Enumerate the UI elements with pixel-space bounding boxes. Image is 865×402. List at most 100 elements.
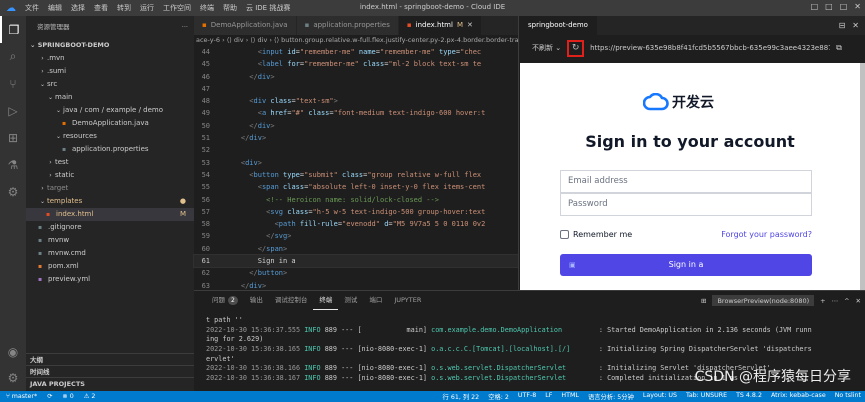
remember-checkbox[interactable] <box>560 230 569 239</box>
code-line[interactable]: 51 </div> <box>194 132 518 144</box>
file-item[interactable]: ▪ mvnw.cmd <box>26 247 194 260</box>
settings-sync-icon[interactable]: ⚙ <box>0 178 26 205</box>
account-icon[interactable]: ◉ <box>0 338 26 365</box>
code-line[interactable]: 54 <button type="submit" class="group re… <box>194 169 518 181</box>
project-root[interactable]: ⌄ SPRINGBOOT-DEMO <box>26 38 194 52</box>
refresh-icon[interactable]: ↻ <box>567 39 585 57</box>
editor-tab[interactable]: ▪ DemoApplication.java <box>194 16 297 35</box>
folder-item[interactable]: ⌄ src <box>26 78 194 91</box>
menu-item[interactable]: 帮助 <box>223 3 237 13</box>
file-item[interactable]: ▪ .gitignore <box>26 221 194 234</box>
code-line[interactable]: 57 <svg class="h-5 w-5 text-indigo-500 g… <box>194 206 518 218</box>
code-line[interactable]: 45 <label for="remember-me" class="ml-2 … <box>194 58 518 70</box>
search-icon[interactable]: ⌕ <box>0 43 26 70</box>
git-branch[interactable]: ⑂ master* <box>6 393 37 400</box>
keyboard-layout[interactable]: Layout: US <box>643 392 677 401</box>
code-line[interactable]: 56 <!-- Heroicon name: solid/lock-closed… <box>194 194 518 206</box>
code-line[interactable]: 61 Sign in a <box>193 254 519 269</box>
code-line[interactable]: 49 <a href="#" class="font-medium text-i… <box>194 107 518 119</box>
new-terminal-icon[interactable]: + <box>820 297 825 305</box>
folder-item[interactable]: › .sumi <box>26 65 194 78</box>
folder-item[interactable]: ⌄ java / com / example / demo <box>26 104 194 117</box>
preview-scrollbar[interactable] <box>860 63 865 290</box>
cursor-position[interactable]: 行 61, 列 22 <box>443 392 480 401</box>
password-field[interactable]: Password <box>560 193 812 216</box>
code-line[interactable]: 55 <span class="absolute left-0 inset-y-… <box>194 181 518 193</box>
java-projects-section[interactable]: JAVA PROJECTS <box>26 377 194 389</box>
forgot-password-link[interactable]: Forgot your password? <box>721 230 812 239</box>
code-line[interactable]: 62 </button> <box>194 267 518 279</box>
panel-tab[interactable]: 问题 2 <box>206 291 244 310</box>
line-ending[interactable]: LF <box>545 392 552 401</box>
sign-in-button[interactable]: ▣ Sign in a <box>560 254 812 276</box>
outline-section[interactable]: 大纲 <box>26 353 194 365</box>
manage-gear-icon[interactable]: ⚙ <box>0 364 26 391</box>
code-line[interactable]: 59 </svg> <box>194 230 518 242</box>
close-icon[interactable]: ✕ <box>852 21 859 30</box>
menu-item[interactable]: 选择 <box>71 3 85 13</box>
split-icon[interactable]: □ <box>825 2 833 11</box>
code-line[interactable]: 60 </span> <box>194 243 518 255</box>
more-actions-icon[interactable]: ··· <box>182 16 188 38</box>
case-style[interactable]: Atrix: kebab-case <box>771 392 826 401</box>
close-panel-icon[interactable]: ✕ <box>856 297 861 305</box>
file-item[interactable]: ▪ DemoApplication.java <box>26 117 194 130</box>
folder-item[interactable]: ⌄ resources <box>26 130 194 143</box>
file-item[interactable]: ▪ mvnw <box>26 234 194 247</box>
panel-tab[interactable]: 输出 <box>244 291 269 310</box>
folder-item[interactable]: › test <box>26 156 194 169</box>
close-icon[interactable]: ✕ <box>854 2 861 11</box>
source-control-icon[interactable]: ⑂ <box>0 70 26 97</box>
maximize-icon[interactable]: □ <box>840 2 848 11</box>
split-editor-icon[interactable]: ⊟ <box>839 21 846 30</box>
code-view[interactable]: 44 <input id="remember-me" name="remembe… <box>193 46 519 317</box>
editor-tab[interactable]: ▪ index.html M ✕ <box>398 16 482 35</box>
menu-item[interactable]: 编辑 <box>48 3 62 13</box>
editor-tab[interactable]: ▪ application.properties <box>296 16 399 35</box>
problems-warnings[interactable]: ⚠ 2 <box>84 393 96 400</box>
lint-status[interactable]: No tslint <box>835 392 861 401</box>
preview-tab[interactable]: springboot-demo <box>519 16 597 35</box>
file-item[interactable]: ▪ index.html M <box>26 208 194 221</box>
refresh-mode-select[interactable]: 不刷新 ⌄ <box>532 43 561 53</box>
folder-item[interactable]: › target <box>26 182 194 195</box>
more-icon[interactable]: ⋯ <box>832 297 839 305</box>
code-line[interactable]: 50 </div> <box>194 120 518 132</box>
panel-tab[interactable]: 端口 <box>363 291 388 310</box>
file-item[interactable]: ▪ pom.xml <box>26 260 194 273</box>
language-analysis[interactable]: 语言分析: 5分钟 <box>588 392 634 401</box>
code-line[interactable]: 52 <box>194 144 518 156</box>
file-item[interactable]: ▪ preview.yml <box>26 273 194 286</box>
code-line[interactable]: 47 <box>194 83 518 95</box>
tab-mode[interactable]: Tab: UNSURE <box>686 392 727 401</box>
folder-item[interactable]: ⌄ main <box>26 91 194 104</box>
preview-url[interactable]: https://preview-635e98b8f41fcd5b5567bbcb… <box>590 44 830 52</box>
timeline-section[interactable]: 时间线 <box>26 365 194 377</box>
run-debug-icon[interactable]: ▷ <box>0 97 26 124</box>
code-line[interactable]: 48 <div class="text-sm"> <box>194 95 518 107</box>
menu-item[interactable]: 终端 <box>200 3 214 13</box>
panel-tab[interactable]: 终端 <box>313 291 339 310</box>
menu-item[interactable]: 工作空间 <box>163 3 191 13</box>
panel-tab[interactable]: 测试 <box>338 291 363 310</box>
code-line[interactable]: 53 <div> <box>194 157 518 169</box>
code-line[interactable]: 46 </div> <box>194 71 518 83</box>
ts-version[interactable]: TS 4.8.2 <box>736 392 762 401</box>
terminal-select[interactable]: BrowserPreview(node:8080) <box>712 295 815 306</box>
file-item[interactable]: ▪ application.properties <box>26 143 194 156</box>
language-mode[interactable]: HTML <box>561 392 579 401</box>
maximize-icon[interactable]: ^ <box>844 297 849 305</box>
code-line[interactable]: 44 <input id="remember-me" name="remembe… <box>194 46 518 58</box>
panel-tab[interactable]: JUPYTER <box>388 291 427 310</box>
menu-item[interactable]: 查看 <box>94 3 108 13</box>
sync-icon[interactable]: ⟳ <box>47 393 52 400</box>
menu-item[interactable]: 运行 <box>140 3 154 13</box>
encoding[interactable]: UTF-8 <box>518 392 536 401</box>
open-external-icon[interactable]: ⧉ <box>836 43 842 53</box>
remember-me[interactable]: Remember me <box>560 230 632 239</box>
menu-item[interactable]: 文件 <box>25 3 39 13</box>
problems-errors[interactable]: ⊗ 0 <box>62 393 73 400</box>
terminal-layout-icon[interactable]: ⊞ <box>701 297 706 305</box>
breadcrumb[interactable]: ace-y-6 › ⟨⟩ div › ⟨⟩ div › ⟨⟩ button.gr… <box>194 35 518 46</box>
indentation[interactable]: 空格: 2 <box>488 392 509 401</box>
